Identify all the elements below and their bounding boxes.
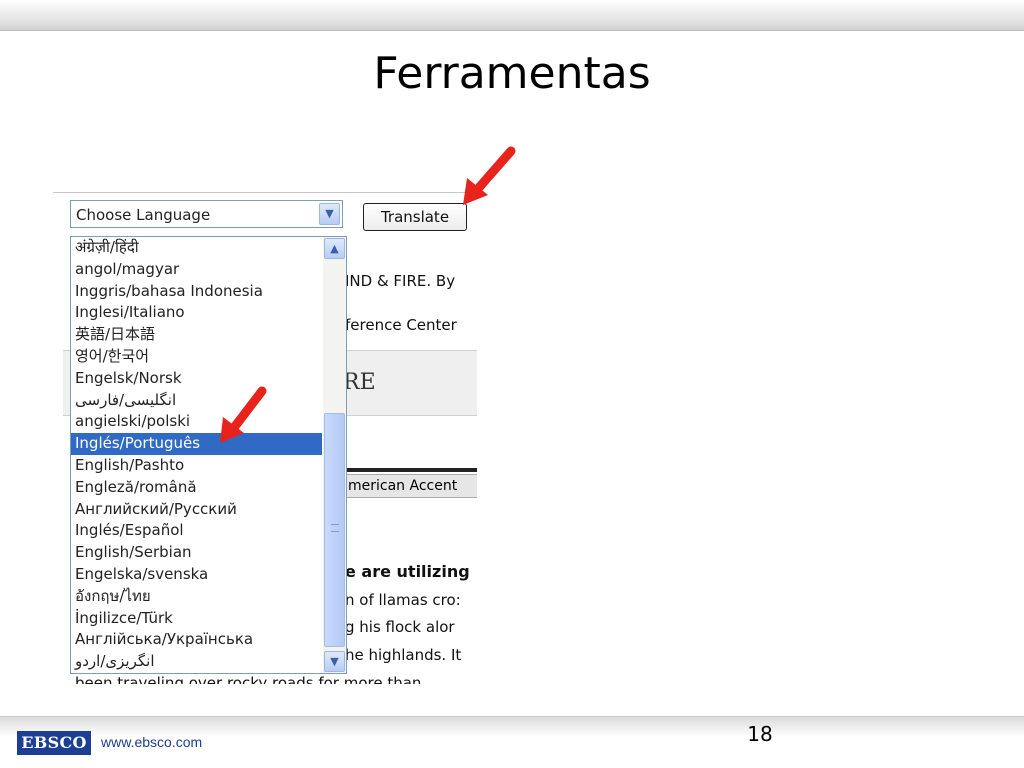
language-option[interactable]: انگریزی/اردو [71, 651, 322, 673]
top-divider [0, 30, 1024, 31]
language-dropdown-list[interactable]: अंग्रेज़ी/हिंदी angol/magyar Inggris/bah… [70, 236, 347, 674]
language-option[interactable]: อังกฤษ/ไทย [71, 586, 322, 608]
language-option[interactable]: English/Pashto [71, 455, 322, 477]
language-option[interactable]: İngilizce/Türk [71, 608, 322, 630]
language-option[interactable]: Inggris/bahasa Indonesia [71, 281, 322, 303]
language-option[interactable]: angol/magyar [71, 259, 322, 281]
language-select[interactable]: Choose Language ▼ [70, 200, 343, 228]
red-arrow-icon [463, 146, 516, 205]
slide-title: Ferramentas [373, 48, 651, 99]
language-option[interactable]: 영어/한국어 [71, 346, 322, 368]
language-option-selected[interactable]: Inglés/Português [71, 433, 322, 455]
language-option[interactable]: Английский/Русский [71, 499, 322, 521]
background-body-line: he highlands. It [345, 646, 462, 664]
chevron-down-icon[interactable]: ▼ [324, 651, 345, 672]
background-body-line: g his flock alor [345, 618, 455, 636]
background-body-line: been traveling over rocky roads for more… [75, 674, 422, 684]
chevron-down-icon[interactable]: ▼ [319, 203, 340, 225]
chevron-up-icon[interactable]: ▲ [324, 238, 345, 259]
language-option[interactable]: 英語/日本語 [71, 324, 322, 346]
ebsco-logo: EBSCO [17, 731, 91, 755]
grip-icon [331, 524, 339, 532]
background-bar [343, 468, 477, 472]
language-option[interactable]: Engelsk/Norsk [71, 368, 322, 390]
red-arrow-icon [220, 386, 267, 443]
accent-tab[interactable]: merican Accent [343, 474, 477, 498]
background-banner-text: RE [343, 370, 376, 395]
language-option[interactable]: Engelska/svenska [71, 564, 322, 586]
language-select-value: Choose Language [76, 206, 211, 224]
footer-url[interactable]: www.ebsco.com [101, 734, 202, 750]
page-number: 18 [747, 722, 773, 746]
background-text-line: IND & FIRE. By [345, 272, 456, 290]
scroll-thumb[interactable] [324, 413, 345, 647]
background-body-line: n of llamas cro: [345, 591, 461, 609]
dropdown-scrollbar[interactable]: ▲ ▼ [323, 237, 346, 673]
background-bold-line: e are utilizing [345, 562, 470, 581]
language-option[interactable]: अंग्रेज़ी/हिंदी [71, 237, 322, 259]
background-text-line: ference Center [345, 316, 457, 334]
language-option[interactable]: Англійська/Українська [71, 629, 322, 651]
language-option[interactable]: English/Serbian [71, 542, 322, 564]
language-option[interactable]: angielski/polski [71, 411, 322, 433]
translate-button[interactable]: Translate [363, 203, 467, 231]
language-option[interactable]: Inglesi/Italiano [71, 302, 322, 324]
language-option[interactable]: انگلیسی/فارسی [71, 390, 322, 412]
language-option[interactable]: Inglés/Español [71, 520, 322, 542]
language-option[interactable]: Engleză/română [71, 477, 322, 499]
top-band [0, 0, 1024, 30]
panel-top-border [53, 192, 477, 193]
